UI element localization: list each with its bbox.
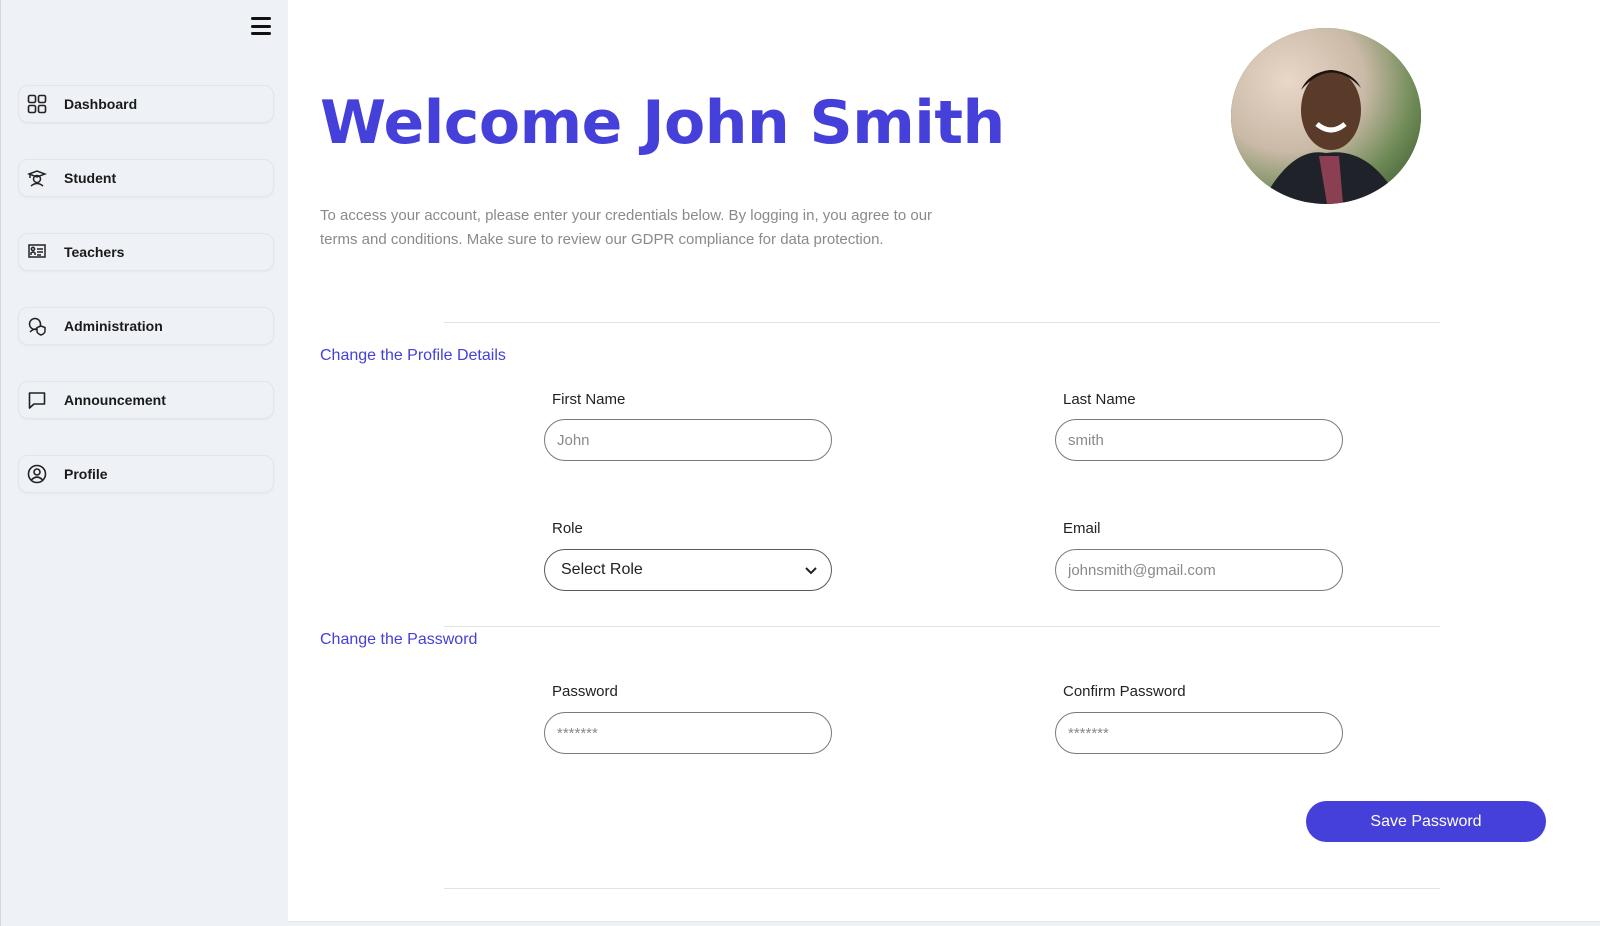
sidebar-item-label: Dashboard bbox=[64, 96, 138, 112]
user-circle-icon bbox=[27, 464, 47, 484]
sidebar-item-label: Announcement bbox=[64, 392, 166, 408]
confirm-password-field[interactable] bbox=[1055, 712, 1343, 754]
save-password-button[interactable]: Save Password bbox=[1306, 801, 1546, 842]
password-section-title: Change the Password bbox=[320, 631, 478, 648]
last-name-label: Last Name bbox=[1063, 391, 1136, 408]
page-title: Welcome John Smith bbox=[320, 88, 1005, 158]
chevron-down-icon bbox=[803, 562, 819, 578]
hamburger-menu-icon[interactable] bbox=[249, 15, 273, 37]
sidebar-item-announcement[interactable]: Announcement bbox=[18, 381, 274, 419]
intro-text: To access your account, please enter you… bbox=[320, 207, 933, 248]
main-content: Welcome John Smith To access your accoun… bbox=[288, 0, 1600, 922]
student-icon bbox=[27, 168, 47, 188]
last-name-field[interactable] bbox=[1055, 419, 1343, 461]
grid-icon bbox=[27, 94, 47, 114]
confirm-password-label: Confirm Password bbox=[1063, 683, 1186, 700]
teacher-board-icon bbox=[27, 242, 47, 262]
role-select[interactable]: Select Role bbox=[544, 549, 832, 591]
password-label: Password bbox=[552, 683, 618, 700]
divider bbox=[444, 626, 1440, 627]
profile-section-title: Change the Profile Details bbox=[320, 347, 506, 364]
email-label: Email bbox=[1063, 520, 1101, 537]
sidebar-item-label: Student bbox=[64, 170, 117, 186]
role-select-value: Select Role bbox=[561, 561, 643, 578]
sidebar-item-student[interactable]: Student bbox=[18, 159, 274, 197]
divider bbox=[444, 322, 1440, 323]
sidebar-item-label: Teachers bbox=[64, 244, 125, 260]
sidebar-item-profile[interactable]: Profile bbox=[18, 455, 274, 493]
first-name-field[interactable] bbox=[544, 419, 832, 461]
role-label: Role bbox=[552, 520, 583, 537]
sidebar-item-administration[interactable]: Administration bbox=[18, 307, 274, 345]
chat-bubble-icon bbox=[27, 390, 47, 410]
sidebar-item-teachers[interactable]: Teachers bbox=[18, 233, 274, 271]
avatar bbox=[1231, 28, 1421, 204]
first-name-label: First Name bbox=[552, 391, 626, 408]
admin-shield-icon bbox=[27, 316, 47, 336]
sidebar-item-dashboard[interactable]: Dashboard bbox=[18, 85, 274, 123]
password-field[interactable] bbox=[544, 712, 832, 754]
sidebar: Dashboard Student Teachers Administratio… bbox=[0, 0, 288, 926]
divider bbox=[444, 888, 1440, 889]
sidebar-item-label: Administration bbox=[64, 318, 163, 334]
email-field[interactable] bbox=[1055, 549, 1343, 591]
sidebar-item-label: Profile bbox=[64, 466, 108, 482]
